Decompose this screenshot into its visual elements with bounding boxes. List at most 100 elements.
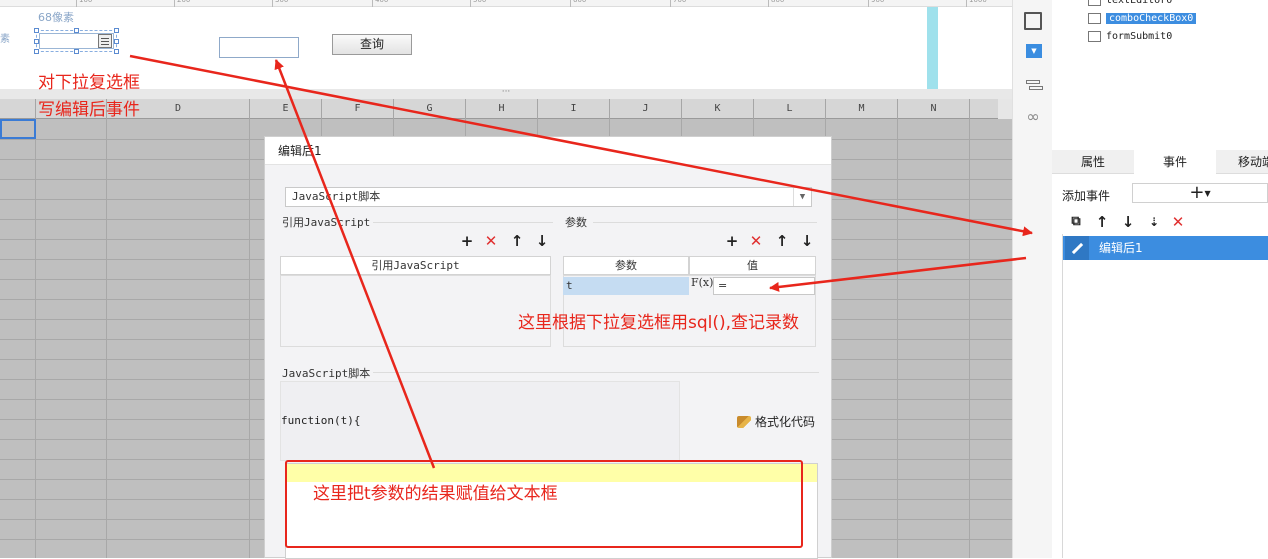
resize-handle[interactable]	[34, 49, 39, 54]
text-editor-icon	[1088, 0, 1101, 6]
formula-button[interactable]: F(x)	[691, 275, 713, 295]
resize-handle[interactable]	[34, 39, 39, 44]
dialog-title: 编辑后1	[265, 137, 831, 165]
resize-handle[interactable]	[34, 28, 39, 33]
chevron-down-icon: ▼	[1204, 189, 1211, 198]
annotation-sql-count: 这里根据下拉复选框用sql(),查记录数	[518, 313, 800, 333]
param-value-header: 值	[689, 256, 816, 275]
param-value-input[interactable]: =	[713, 277, 815, 295]
annotation-combo-event-line1: 对下拉复选框	[38, 73, 140, 93]
move-down-icon[interactable]: ↓	[1120, 214, 1136, 230]
resize-handle[interactable]	[74, 28, 79, 33]
tab-mobile[interactable]: 移动端	[1216, 150, 1268, 174]
params-section-label: 参数	[565, 216, 587, 229]
widget-tree: textEditor0 comboCheckBox0 formSubmit0	[1052, 0, 1268, 150]
annotation-assign-text: 这里把t参数的结果赋值给文本框	[313, 484, 558, 504]
column-header[interactable]: F	[322, 99, 394, 119]
tree-item-text-editor[interactable]: textEditor0	[1086, 0, 1172, 8]
right-panel: textEditor0 comboCheckBox0 formSubmit0 属…	[1052, 0, 1268, 558]
format-code-label: 格式化代码	[755, 415, 816, 429]
panel-tabs: 属性 事件 移动端	[1052, 150, 1268, 174]
move-down-icon[interactable]: ↓	[800, 233, 814, 249]
ruler-tick: 600	[570, 0, 586, 7]
move-to-bottom-icon[interactable]: ⇣	[1146, 214, 1162, 230]
add-icon[interactable]: +	[460, 233, 474, 249]
copy-icon[interactable]: ⧉	[1068, 214, 1084, 230]
script-type-value: JavaScript脚本	[292, 190, 381, 203]
widget-tool-strip: ▼ ∞	[1012, 0, 1052, 558]
layers-icon[interactable]	[1024, 78, 1043, 96]
ruler-tick: 300	[272, 0, 288, 7]
horizontal-ruler: 100 200 300 400 500 600 700 800 900 1000	[0, 0, 1012, 7]
canvas-boundary-bar	[927, 7, 938, 90]
query-button[interactable]: 查询	[332, 34, 412, 55]
dropdown-widget-icon[interactable]: ▼	[1026, 44, 1042, 58]
divider	[593, 222, 817, 223]
column-header[interactable]	[0, 99, 36, 119]
param-name-cell[interactable]: t	[563, 277, 689, 295]
event-toolbar: ⧉ ↑ ↓ ⇣ ✕	[1062, 212, 1268, 234]
combo-checkbox-widget[interactable]	[34, 28, 119, 54]
ref-js-list[interactable]	[280, 275, 551, 347]
column-header[interactable]: H	[466, 99, 538, 119]
add-icon[interactable]: +	[725, 233, 739, 249]
column-header-row: D E F G H I J K L M N	[0, 99, 1012, 119]
text-editor-widget[interactable]	[219, 37, 299, 58]
ruler-tick: 400	[372, 0, 388, 7]
move-up-icon[interactable]: ↑	[1094, 214, 1110, 230]
add-event-label: 添加事件	[1062, 189, 1111, 203]
ruler-tick: 200	[174, 0, 190, 7]
add-event-button[interactable]: +▼	[1132, 183, 1268, 203]
add-icon: +	[1189, 182, 1205, 203]
column-header[interactable]: M	[826, 99, 898, 119]
form-submit-icon	[1088, 31, 1101, 42]
column-header[interactable]: E	[250, 99, 322, 119]
selected-cell[interactable]	[0, 119, 36, 139]
event-list: 编辑后1	[1062, 234, 1268, 558]
move-down-icon[interactable]: ↓	[535, 233, 549, 249]
resize-handle[interactable]	[114, 28, 119, 33]
column-header[interactable]: K	[682, 99, 754, 119]
ruler-tick: 100	[76, 0, 92, 7]
resize-handle[interactable]	[114, 39, 119, 44]
delete-icon[interactable]: ✕	[749, 233, 763, 249]
event-item[interactable]: 编辑后1	[1063, 236, 1268, 260]
pixel-size-label: 68像素	[38, 11, 74, 24]
pane-splitter[interactable]: ···	[0, 88, 1012, 99]
move-up-icon[interactable]: ↑	[775, 233, 789, 249]
delete-icon[interactable]: ✕	[484, 233, 498, 249]
annotation-combo-event-line2: 写编辑后事件	[38, 100, 140, 120]
resize-handle[interactable]	[74, 49, 79, 54]
param-name-header: 参数	[563, 256, 689, 275]
delete-icon[interactable]: ✕	[1170, 214, 1186, 230]
script-type-select[interactable]: JavaScript脚本 ▼	[285, 187, 812, 207]
ruler-tick: 500	[470, 0, 486, 7]
pencil-icon	[1065, 236, 1089, 260]
format-code-button[interactable]: 格式化代码	[737, 413, 815, 430]
event-item-label: 编辑后1	[1099, 241, 1143, 255]
column-header[interactable]: N	[898, 99, 970, 119]
form-design-canvas[interactable]: 100 200 300 400 500 600 700 800 900 1000…	[0, 0, 1012, 90]
column-header[interactable]: G	[394, 99, 466, 119]
chevron-down-icon[interactable]: ▼	[793, 188, 811, 206]
divider	[373, 222, 553, 223]
tab-properties[interactable]: 属性	[1052, 150, 1134, 174]
ref-js-section-label: 引用JavaScript	[282, 216, 371, 229]
divider	[373, 372, 819, 373]
ruler-tick: 1000	[966, 0, 987, 7]
tree-item-combo-checkbox[interactable]: comboCheckBox0	[1086, 11, 1197, 26]
link-icon[interactable]: ∞	[1024, 108, 1042, 126]
ruler-tick: 800	[768, 0, 784, 7]
function-signature: function(t){	[281, 414, 361, 427]
column-header[interactable]: J	[610, 99, 682, 119]
move-up-icon[interactable]: ↑	[510, 233, 524, 249]
list-picker-icon[interactable]	[98, 34, 112, 48]
tree-item-form-submit[interactable]: formSubmit0	[1086, 29, 1172, 44]
resize-handle[interactable]	[114, 49, 119, 54]
column-header[interactable]: I	[538, 99, 610, 119]
column-header[interactable]: L	[754, 99, 826, 119]
ruler-tick: 900	[868, 0, 884, 7]
sheet-scrollbar[interactable]	[998, 99, 1012, 119]
tab-events[interactable]: 事件	[1134, 150, 1216, 174]
crop-icon[interactable]	[1024, 12, 1042, 30]
